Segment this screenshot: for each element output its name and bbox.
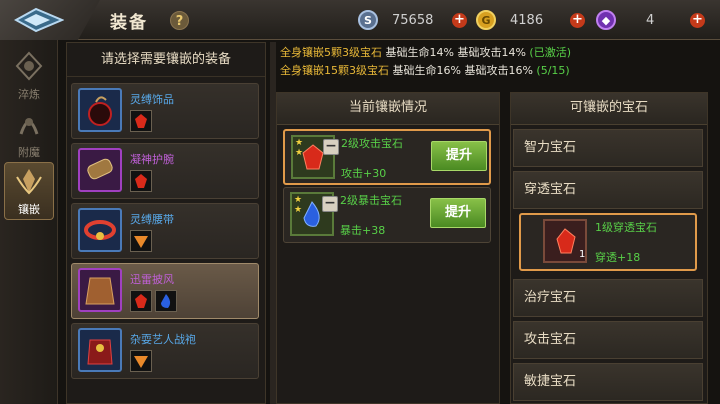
red-gem-slot	[130, 110, 152, 132]
gem-stat: 穿透+18	[595, 251, 641, 264]
equipment-name: 迅雷披风	[130, 273, 174, 286]
blue-gem-icon: ★ ★ −	[290, 192, 338, 236]
enchant-icon	[11, 106, 47, 142]
equipment-gem-slots	[130, 350, 152, 372]
tab-forge-label: 淬炼	[18, 88, 40, 101]
orange-gem-slot	[130, 350, 152, 372]
remove-gem-button[interactable]: −	[323, 139, 339, 155]
equipment-icon	[78, 268, 122, 312]
silver-value: 75658	[392, 12, 434, 28]
upgrade-button[interactable]: 提升	[431, 141, 487, 171]
gem-category-penetration[interactable]: 穿透宝石	[513, 171, 703, 209]
bonus-line-2: 全身镶嵌15颗3级宝石 基础生命16% 基础攻击16% (5/15)	[280, 62, 571, 80]
inlaid-gem-attack[interactable]: ★ ★ − 2级攻击宝石 攻击+30 提升	[283, 129, 491, 185]
blue-gem-slot	[155, 290, 177, 312]
bonus-2-condition: 全身镶嵌15颗3级宝石	[280, 64, 389, 77]
equipment-gem-slots	[130, 230, 152, 252]
red-gem-icon: ★ ★ −	[291, 135, 339, 179]
gem-category-intelligence[interactable]: 智力宝石	[513, 129, 703, 167]
equipment-item[interactable]: 杂耍艺人战袍	[71, 323, 259, 379]
equipment-gem-slots	[130, 110, 152, 132]
bonus-2-stats: 基础生命16% 基础攻击16%	[392, 64, 533, 77]
tab-enchant[interactable]: 附魔	[4, 106, 54, 164]
remove-gem-button[interactable]: −	[322, 196, 338, 212]
red-gem-slot	[130, 290, 152, 312]
bonus-1-condition: 全身镶嵌5颗3级宝石	[280, 46, 382, 59]
equipment-icon	[78, 328, 122, 372]
gold-coin-icon: G	[476, 10, 496, 30]
gold-currency: G 4186 +	[476, 10, 586, 30]
help-button[interactable]: ?	[170, 11, 189, 30]
top-bar: 装备 ? S 75658 + G 4186 + ◆ 4 +	[0, 0, 720, 40]
gem-category-agility[interactable]: 敏捷宝石	[513, 363, 703, 401]
equipment-item[interactable]: 灵缚腰带	[71, 203, 259, 259]
available-gems-heading: 可镶嵌的宝石	[511, 93, 707, 125]
back-button[interactable]	[0, 0, 100, 40]
gem-name: 2级暴击宝石	[340, 194, 402, 207]
gem-stat: 攻击+30	[341, 167, 387, 180]
gem-name: 1级穿透宝石	[595, 221, 657, 234]
equipment-item[interactable]: 凝神护腕	[71, 143, 259, 199]
tab-inlay-label: 镶嵌	[18, 203, 40, 216]
equipment-name: 灵缚饰品	[130, 93, 174, 106]
equipment-item[interactable]: 灵缚饰品	[71, 83, 259, 139]
tab-inlay[interactable]: 镶嵌	[4, 162, 54, 220]
gem-name: 2级攻击宝石	[341, 137, 403, 150]
red-gem-slot	[130, 170, 152, 192]
gold-value: 4186	[510, 12, 544, 28]
inlay-icon	[11, 163, 47, 199]
gem-count: 1	[579, 249, 586, 260]
add-gold-button[interactable]: +	[570, 13, 585, 28]
available-gems-panel: 可镶嵌的宝石 智力宝石 穿透宝石 1 1级穿透宝石 穿透+18 治疗宝石 攻击宝…	[510, 92, 708, 404]
equipment-icon	[78, 88, 122, 132]
page-title: 装备	[110, 13, 148, 33]
equipment-gem-slots	[130, 290, 177, 312]
current-inlay-panel: 当前镶嵌情况 ★ ★ − 2级攻击宝石 攻击+30 提升 ★ ★ − 2级暴击宝石 …	[276, 92, 500, 404]
upgrade-button[interactable]: 提升	[430, 198, 486, 228]
set-bonus-info: 全身镶嵌5颗3级宝石 基础生命14% 基础攻击14% (已激活) 全身镶嵌15颗…	[280, 44, 571, 80]
back-arrow-icon	[14, 7, 64, 33]
equipment-name: 凝神护腕	[130, 153, 174, 166]
gem-category-healing[interactable]: 治疗宝石	[513, 279, 703, 317]
silver-currency: S 75658 +	[358, 10, 468, 30]
purple-gem-icon: ◆	[596, 10, 616, 30]
side-tabs: 淬炼 附魔 镶嵌	[0, 40, 58, 404]
forge-icon	[11, 48, 47, 84]
bonus-1-stats: 基础生命14% 基础攻击14%	[385, 46, 526, 59]
equipment-gem-slots	[130, 170, 152, 192]
equipment-icon	[78, 208, 122, 252]
gem-stat: 暴击+38	[340, 224, 386, 237]
equipment-name: 杂耍艺人战袍	[130, 333, 196, 346]
equipment-panel: 请选择需要镶嵌的装备 灵缚饰品凝神护腕灵缚腰带迅雷披风杂耍艺人战袍	[66, 42, 266, 404]
bonus-2-status: (5/15)	[536, 64, 570, 77]
silver-coin-icon: S	[358, 10, 378, 30]
gem-option-penetration[interactable]: 1 1级穿透宝石 穿透+18	[519, 213, 697, 271]
add-silver-button[interactable]: +	[452, 13, 467, 28]
gem-value: 4	[646, 12, 655, 28]
equipment-item[interactable]: 迅雷披风	[71, 263, 259, 319]
current-inlay-heading: 当前镶嵌情况	[277, 93, 499, 125]
gem-category-attack[interactable]: 攻击宝石	[513, 321, 703, 359]
equipment-icon	[78, 148, 122, 192]
inlaid-gem-crit[interactable]: ★ ★ − 2级暴击宝石 暴击+38 提升	[283, 187, 491, 243]
bonus-line-1: 全身镶嵌5颗3级宝石 基础生命14% 基础攻击14% (已激活)	[280, 44, 571, 62]
orange-gem-slot	[130, 230, 152, 252]
bonus-1-status: (已激活)	[529, 46, 571, 59]
tab-forge[interactable]: 淬炼	[4, 48, 54, 106]
tab-enchant-label: 附魔	[18, 146, 40, 159]
equipment-name: 灵缚腰带	[130, 213, 174, 226]
gem-currency: ◆ 4 +	[596, 10, 706, 30]
equipment-heading: 请选择需要镶嵌的装备	[67, 43, 265, 77]
add-gem-button[interactable]: +	[690, 13, 705, 28]
